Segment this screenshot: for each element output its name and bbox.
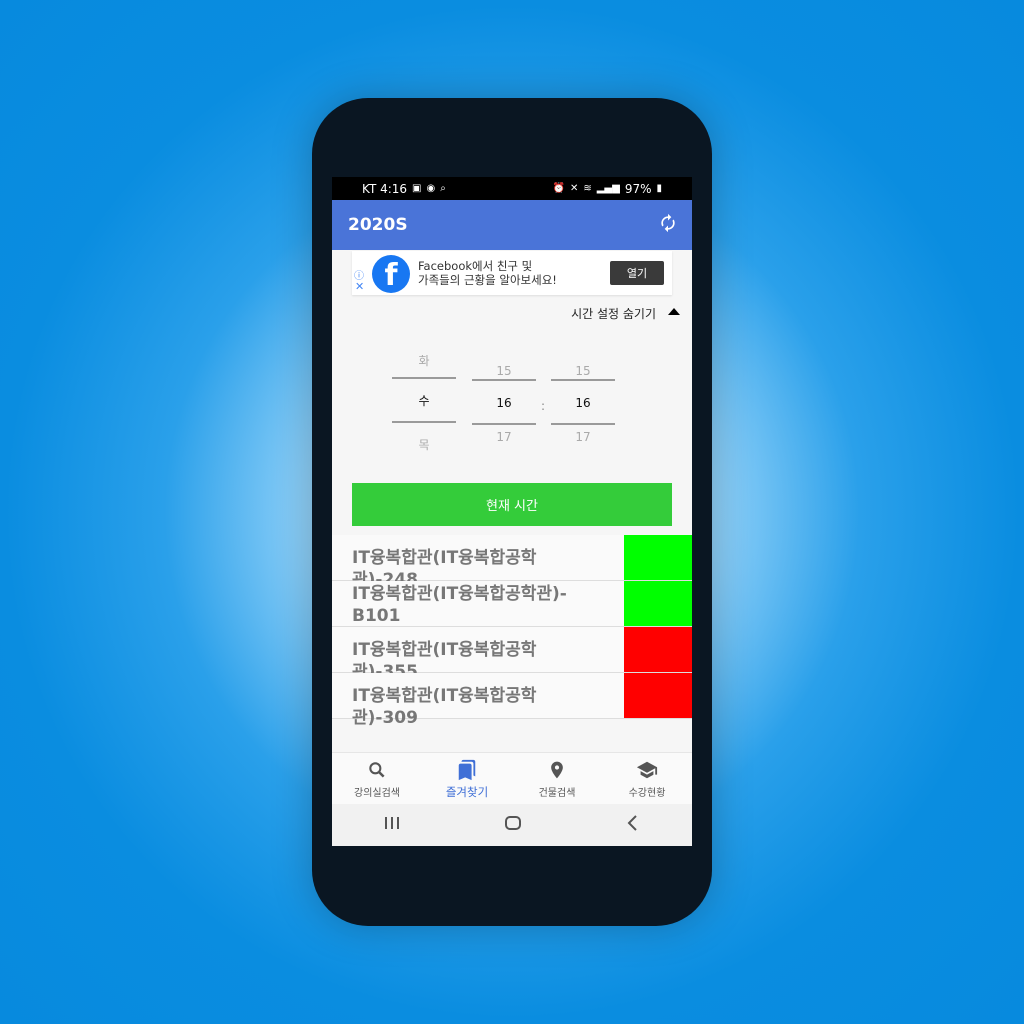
alarm-icon: ⏰ [552,183,565,194]
classroom-list: IT융복합관(IT융복합공학관)-248 IT융복합관(IT융복합공학관)- B1… [332,535,692,728]
image-notification-icon: ▣ [412,183,422,194]
list-item[interactable]: IT융복합관(IT융복합공학관)-355 [332,627,692,682]
hour-prev[interactable]: 15 [472,361,536,381]
search-icon [367,759,387,781]
facebook-ad-banner[interactable]: ⓘ ✕ f Facebook에서 친구 및 가족들의 근황을 알아보세요! 열기 [352,251,672,295]
day-prev[interactable]: 화 [392,351,456,371]
nav-building-search[interactable]: 건물검색 [512,753,602,805]
nav-enrollment-status[interactable]: 수강현황 [602,753,692,805]
app-notification-icon: ◉ [426,183,436,194]
app-bar: 2020S [332,200,692,250]
current-time-button[interactable]: 현재 시간 [352,483,672,526]
availability-indicator [624,627,692,672]
home-icon[interactable] [504,814,522,836]
refresh-icon[interactable] [658,213,678,238]
app-title: 2020S [348,215,408,235]
system-navigation-bar [332,804,692,846]
availability-indicator [624,581,692,626]
day-next[interactable]: 목 [392,435,456,455]
picker-divider [472,423,536,425]
nav-label: 강의실검색 [354,788,400,799]
bottom-navigation: 강의실검색 즐겨찾기 건물검색 수강현황 [332,752,692,805]
availability-indicator [624,535,692,580]
bookmark-icon [456,759,478,781]
status-bar: KT 4:16 ▣ ◉ ⌕ ⏰ ✕ ≋ ▂▄▆ 97% ▮ [332,177,692,200]
nav-label: 수강현황 [628,788,666,799]
minute-current[interactable]: 16 [551,393,615,413]
search-notification-icon: ⌕ [440,183,446,194]
nav-label: 즐겨찾기 [445,784,489,799]
facebook-logo-icon: f [372,255,410,293]
ad-close-icon[interactable]: ✕ [355,280,364,293]
minute-picker[interactable]: 15 16 17 [551,361,615,447]
mute-icon: ✕ [569,183,579,194]
battery-icon: ▮ [656,183,662,194]
battery-level: 97% [624,181,652,196]
list-item[interactable]: IT융복합관(IT융복합공학관)-309 [332,673,692,728]
ad-text-line2: 가족들의 근황을 알아보세요! [418,273,557,287]
recent-apps-icon[interactable] [383,815,401,835]
time-separator: : [541,399,546,413]
ad-open-button[interactable]: 열기 [610,261,664,285]
availability-indicator [624,673,692,718]
picker-divider [392,421,456,423]
ad-text: Facebook에서 친구 및 가족들의 근황을 알아보세요! [418,259,557,287]
minute-prev[interactable]: 15 [551,361,615,381]
day-picker[interactable]: 화 수 목 [392,351,456,455]
picker-divider [551,423,615,425]
nav-label: 건물검색 [538,788,576,799]
time-settings-toggle-label: 시간 설정 숨기기 [571,307,656,321]
collapse-triangle-icon [668,308,680,315]
phone-screen: KT 4:16 ▣ ◉ ⌕ ⏰ ✕ ≋ ▂▄▆ 97% ▮ 2020S ⓘ ✕ … [332,177,692,846]
location-pin-icon [547,759,567,781]
list-item[interactable]: IT융복합관(IT융복합공학관)-248 [332,535,692,590]
day-current[interactable]: 수 [392,391,456,411]
ad-text-line1: Facebook에서 친구 및 [418,259,533,273]
room-name: IT융복합관(IT융복합공학관)- B101 [352,584,567,626]
minute-next[interactable]: 17 [551,427,615,447]
carrier-time: KT 4:16 [362,181,408,196]
picker-divider [392,377,456,379]
room-name: IT융복합관(IT융복합공학관)-309 [352,686,537,728]
back-icon[interactable] [625,814,641,836]
nav-favorites[interactable]: 즐겨찾기 [422,753,512,805]
signal-icon: ▂▄▆ [596,183,620,194]
graduation-cap-icon [636,759,658,781]
hour-next[interactable]: 17 [472,427,536,447]
wifi-icon: ≋ [583,183,592,194]
hour-current[interactable]: 16 [472,393,536,413]
nav-classroom-search[interactable]: 강의실검색 [332,753,422,805]
hour-picker[interactable]: 15 16 17 [472,361,536,447]
time-settings-toggle[interactable]: 시간 설정 숨기기 [332,305,692,325]
list-item[interactable]: IT융복합관(IT융복합공학관)- B101 [332,581,692,627]
